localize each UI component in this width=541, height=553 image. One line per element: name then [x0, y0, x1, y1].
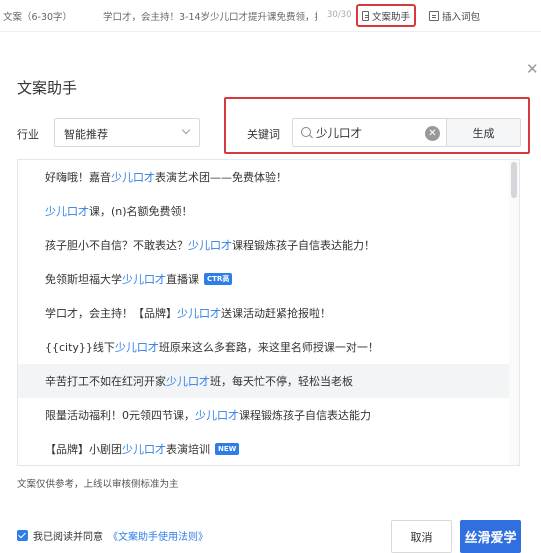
cancel-button[interactable]: 取消 [391, 520, 452, 553]
suggestion-list-body: 好嗨哦！嘉音 少儿口才 表演艺术团——免费体验！ 少儿口才 课，(n)名额免费领… [18, 160, 510, 465]
suggestion-keyword: 少儿口才 [114, 341, 159, 354]
suggestion-text-after: 直播课 [166, 273, 199, 286]
agreement-link[interactable]: 《文案助手使用法则》 [108, 528, 208, 543]
document-icon [362, 10, 369, 21]
suggestion-text-after: 表演培训 [166, 443, 210, 456]
industry-label: 行业 [17, 128, 39, 141]
suggestion-item[interactable]: 学口才，会主持！【品牌】 少儿口才 送课活动赶紧抢报啦！ [18, 296, 510, 330]
close-icon[interactable]: ✕ [526, 62, 539, 77]
suggestion-item[interactable]: 好嗨哦！嘉音 少儿口才 表演艺术团——免费体验！ [18, 160, 510, 194]
suggestion-item[interactable]: 少儿口才 课，(n)名额免费领！ [18, 194, 510, 228]
industry-selected-value: 智能推荐 [64, 128, 108, 141]
disclaimer-note: 文案仅供参考，上线以审核侧标准为主 [17, 479, 179, 490]
suggestion-keyword: 少儿口才 [166, 375, 210, 388]
suggestion-text-before: 好嗨哦！嘉音 [45, 171, 111, 184]
suggestion-item[interactable]: 孩子胆小不自信？不敢表达？ 少儿口才 课程锻炼孩子自信表达能力！ [18, 228, 510, 262]
copy-assistant-button[interactable]: 文案助手 [356, 4, 416, 27]
copy-text-input[interactable]: 学口才，会主持！3-14岁少儿口才提升课免费领，报 [103, 9, 317, 23]
suggestion-keyword: 少儿口才 [188, 239, 232, 252]
agreement: 我已阅读并同意 《文案助手使用法则》 [17, 528, 208, 543]
scrollbar-thumb[interactable] [511, 162, 517, 198]
suggestion-item[interactable]: 免领斯坦福大学 少儿口才 直播课 CTR高 [18, 262, 510, 296]
suggestion-keyword: 少儿口才 [177, 307, 221, 320]
agreement-text: 我已阅读并同意 [33, 532, 103, 543]
suggestion-keyword: 少儿口才 [45, 205, 89, 218]
suggestion-text-before: {{city}}线下 [45, 341, 115, 354]
suggestion-list: 好嗨哦！嘉音 少儿口才 表演艺术团——免费体验！ 少儿口才 课，(n)名额免费领… [17, 159, 520, 466]
suggestion-badge: NEW [215, 443, 240, 455]
suggestion-text-after: 班，每天忙不停，轻松当老板 [210, 375, 353, 388]
suggestion-text-after: 课程锻炼孩子自信表达能力 [239, 409, 371, 422]
suggestion-item[interactable]: 限量活动福利！0元领四节课， 少儿口才 课程锻炼孩子自信表达能力 [18, 398, 510, 432]
search-icon [301, 127, 311, 137]
suggestion-text-before: 孩子胆小不自信？不敢表达？ [45, 239, 188, 252]
keyword-label: 关键词 [247, 128, 280, 141]
suggestion-text-before: 学口才，会主持！【品牌】 [45, 307, 177, 320]
insert-word-pack-button[interactable]: 插入词包 [425, 4, 484, 27]
insert-word-pack-label: 插入词包 [442, 11, 481, 23]
suggestion-text-before: 【品牌】小剧团 [45, 443, 122, 456]
industry-select[interactable]: 智能推荐 [54, 118, 200, 147]
suggestion-item[interactable]: 辛苦打工不如在红河开家 少儿口才 班，每天忙不停，轻松当老板 [18, 364, 510, 398]
keyword-field: ✕ [292, 118, 446, 147]
suggestion-text-after: 送课活动赶紧抢报啦！ [221, 307, 331, 320]
suggestion-text-before: 辛苦打工不如在红河开家 [45, 375, 166, 388]
scrollbar[interactable] [509, 160, 519, 465]
document-icon [429, 10, 439, 21]
suggestion-item[interactable]: 【品牌】小剧团 少儿口才 表演培训 NEW [18, 432, 510, 465]
suggestion-badge: CTR高 [204, 273, 233, 285]
char-count: 30/30 [327, 10, 352, 20]
suggestion-text-after: 课，(n)名额免费领！ [89, 205, 193, 218]
keyword-input[interactable] [316, 124, 416, 142]
suggestion-keyword: 少儿口才 [122, 443, 166, 456]
dialog-title: 文案助手 [17, 79, 78, 97]
suggestion-text-after: 班原来这么多套路，来这里名师授课一对一！ [158, 341, 379, 354]
copy-field-bar: 文案（6-30字） 学口才，会主持！3-14岁少儿口才提升课免费领，报 30/3… [0, 0, 541, 32]
suggestion-keyword: 少儿口才 [195, 409, 239, 422]
suggestion-keyword: 少儿口才 [122, 273, 166, 286]
copy-assistant-label: 文案助手 [371, 11, 410, 23]
suggestion-text-before: 免领斯坦福大学 [45, 273, 122, 286]
suggestion-text-after: 表演艺术团——免费体验！ [155, 171, 287, 184]
suggestion-text-after: 课程锻炼孩子自信表达能力！ [232, 239, 375, 252]
clear-icon[interactable]: ✕ [425, 126, 440, 141]
confirm-button[interactable]: 丝滑爱学 [460, 520, 521, 553]
suggestion-keyword: 少儿口才 [111, 171, 155, 184]
suggestion-item[interactable]: {{city}}线下 少儿口才 班原来这么多套路，来这里名师授课一对一！ [18, 330, 510, 364]
suggestion-text-before: 限量活动福利！0元领四节课， [45, 409, 195, 422]
agreement-checkbox[interactable] [17, 530, 28, 541]
generate-button[interactable]: 生成 [446, 118, 521, 147]
copy-field-label: 文案（6-30字） [3, 12, 73, 23]
chevron-down-icon [181, 125, 191, 135]
